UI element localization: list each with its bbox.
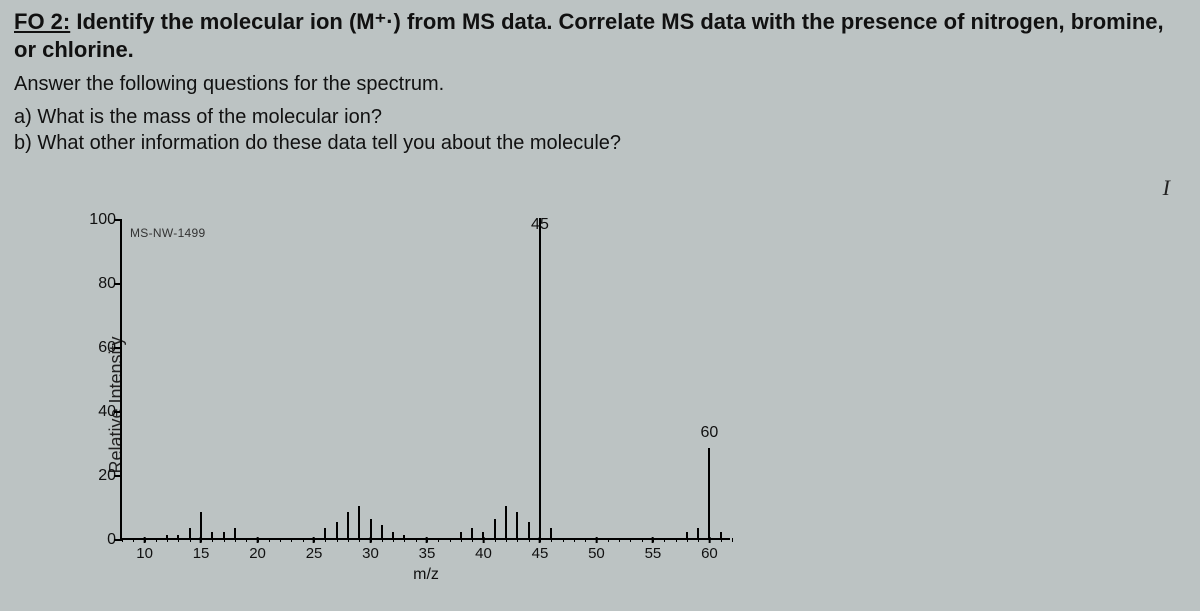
spectrum-peak	[697, 528, 699, 538]
x-tick: 45	[532, 545, 549, 562]
spectrum-peak	[471, 528, 473, 538]
spectrum-peak	[708, 448, 710, 538]
x-tick: 10	[136, 545, 153, 562]
peak-label: 60	[701, 424, 719, 442]
spectrum-peak	[528, 522, 530, 538]
x-tick: 50	[588, 545, 605, 562]
plot-area: MS-NW-1499 m/z 0204060801001015202530354…	[120, 220, 730, 540]
spectrum-peak	[550, 528, 552, 538]
x-tick: 60	[701, 545, 718, 562]
spectrum-peak	[516, 512, 518, 538]
spectrum-peak	[392, 532, 394, 538]
spectrum-peak	[189, 528, 191, 538]
spectrum-peak	[482, 532, 484, 538]
peak-label: 45	[531, 216, 549, 234]
spectrum-peak	[539, 218, 541, 538]
spectrum-peak	[177, 535, 179, 538]
spectrum-peak	[211, 532, 213, 538]
y-tick: 0	[82, 531, 116, 549]
y-tick: 20	[82, 467, 116, 485]
x-tick: 20	[249, 545, 266, 562]
y-tick: 60	[82, 339, 116, 357]
y-tick: 100	[82, 211, 116, 229]
spectrum-peak	[223, 532, 225, 538]
spectrum-peak	[324, 528, 326, 538]
question-a: a) What is the mass of the molecular ion…	[14, 104, 1186, 130]
question-b: b) What other information do these data …	[14, 130, 1186, 156]
x-tick: 40	[475, 545, 492, 562]
spectrum-peak	[505, 506, 507, 538]
y-tick: 80	[82, 275, 116, 293]
spectrum-peak	[370, 519, 372, 538]
x-tick: 25	[306, 545, 323, 562]
spectrum-peak	[234, 528, 236, 538]
fo-label: FO 2:	[14, 9, 70, 34]
text-cursor: I	[1163, 175, 1170, 201]
x-tick: 35	[419, 545, 436, 562]
fo-text: Identify the molecular ion (M⁺·) from MS…	[14, 9, 1164, 62]
spectrum-peak	[720, 532, 722, 538]
spectrum-peak	[460, 532, 462, 538]
spectrum-id-label: MS-NW-1499	[130, 226, 205, 240]
spectrum-peak	[347, 512, 349, 538]
x-tick: 30	[362, 545, 379, 562]
x-axis-label: m/z	[413, 566, 439, 584]
instruction-line: Answer the following questions for the s…	[14, 73, 1186, 96]
spectrum-peak	[200, 512, 202, 538]
spectrum-peak	[686, 532, 688, 538]
spectrum-peak	[358, 506, 360, 538]
spectrum-peak	[166, 535, 168, 538]
mass-spectrum-chart: Relative Intensity MS-NW-1499 m/z 020406…	[60, 210, 760, 600]
spectrum-peak	[403, 535, 405, 538]
question-heading: FO 2: Identify the molecular ion (M⁺·) f…	[0, 0, 1200, 156]
spectrum-peak	[336, 522, 338, 538]
x-tick: 55	[645, 545, 662, 562]
x-tick: 15	[193, 545, 210, 562]
spectrum-peak	[381, 525, 383, 538]
y-tick: 40	[82, 403, 116, 421]
spectrum-peak	[494, 519, 496, 538]
